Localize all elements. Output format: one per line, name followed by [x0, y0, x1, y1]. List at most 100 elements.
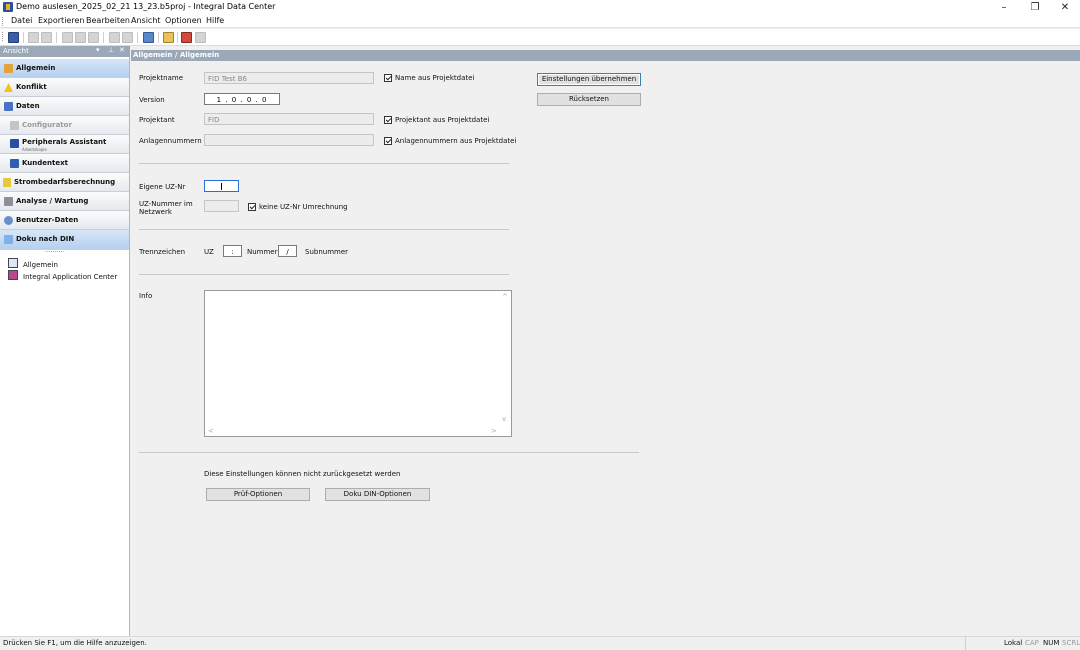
window-icon[interactable]	[181, 32, 192, 43]
scroll-up-icon[interactable]: ^	[502, 293, 508, 301]
status-bar: Drücken Sie F1, um die Hilfe anzuzeigen.…	[0, 636, 1080, 650]
info-label: Info	[139, 292, 153, 300]
status-cap: CAP	[1025, 639, 1039, 647]
copy-icon[interactable]	[75, 32, 86, 43]
toolbar-separator	[56, 32, 57, 43]
save-icon[interactable]	[8, 32, 19, 43]
text-cursor	[221, 183, 222, 190]
anlagennummern-input[interactable]	[204, 134, 374, 146]
projektname-input[interactable]: FID Test B6	[204, 72, 374, 84]
nav-item-kundentext[interactable]: Kundentext	[0, 154, 129, 173]
nav-item-peripherals-assistant[interactable]: Peripherals Assistant Arbeitskopie	[0, 135, 129, 154]
status-scrl: SCRL	[1062, 639, 1080, 647]
scroll-left-icon[interactable]: <	[208, 427, 214, 435]
content-header: Allgemein / Allgemein	[131, 50, 1080, 61]
toolbar-separator	[158, 32, 159, 43]
print-preview-icon[interactable]	[41, 32, 52, 43]
tree-item-allgemein[interactable]: Allgemein	[8, 258, 58, 269]
anlagennummern-aus-projektdatei-checkbox[interactable]	[384, 137, 392, 145]
nav-item-label: Daten	[16, 102, 40, 110]
general-icon	[4, 64, 13, 73]
navigation-pane: Ansicht ▾ ⊥ ✕ Allgemein Konflikt Daten C…	[0, 46, 130, 636]
nav-item-configurator[interactable]: Configurator	[0, 116, 129, 135]
users-icon	[4, 216, 13, 225]
nummer-separator-input[interactable]: /	[278, 245, 297, 257]
uz-label: UZ	[204, 248, 214, 256]
nav-item-benutzer-daten[interactable]: Benutzer-Daten	[0, 211, 129, 230]
tree-item-integral-application-center[interactable]: Integral Application Center	[8, 270, 117, 281]
find-icon[interactable]	[109, 32, 120, 43]
pane-close-icon[interactable]: ✕	[119, 46, 125, 54]
splitter-dots[interactable]: ··········	[45, 249, 64, 256]
customer-text-icon	[10, 159, 19, 168]
projektant-input[interactable]: FID	[204, 113, 374, 125]
anlagennummern-label: Anlagennummern	[139, 137, 202, 145]
projektant-label: Projektant	[139, 116, 175, 124]
nav-item-label: Peripherals Assistant	[22, 138, 107, 146]
nav-item-label: Configurator	[22, 121, 72, 129]
export-icon[interactable]	[143, 32, 154, 43]
scroll-right-icon[interactable]: >	[491, 427, 497, 435]
pane-dropdown-icon[interactable]: ▾	[96, 46, 100, 54]
doc-icon	[4, 235, 13, 244]
subnummer-label: Subnummer	[305, 248, 349, 256]
paste-icon[interactable]	[88, 32, 99, 43]
toolbar-separator	[177, 32, 178, 43]
pane-header: Ansicht ▾ ⊥ ✕	[0, 46, 130, 57]
status-lokal: Lokal	[1004, 639, 1023, 647]
projektant-aus-projektdatei-checkbox[interactable]	[384, 116, 392, 124]
menu-bearbeiten[interactable]: Bearbeiten	[86, 16, 130, 25]
nav-item-konflikt[interactable]: Konflikt	[0, 78, 129, 97]
settings-note: Diese Einstellungen können nicht zurückg…	[204, 470, 401, 478]
configurator-icon	[10, 121, 19, 130]
nav-item-strombedarfsberechnung[interactable]: Strombedarfsberechnung	[0, 173, 129, 192]
keine-uz-nr-umrechnung-label: keine UZ-Nr Umrechnung	[259, 203, 348, 211]
uz-separator-input[interactable]: :	[223, 245, 242, 257]
menu-exportieren[interactable]: Exportieren	[38, 16, 84, 25]
doku-din-optionen-button[interactable]: Doku DIN-Optionen	[325, 488, 430, 501]
pin-icon[interactable]: ⊥	[108, 46, 114, 54]
menu-optionen[interactable]: Optionen	[165, 16, 202, 25]
version-input[interactable]: 1 . 0 . 0 . 0	[204, 93, 280, 105]
eigene-uz-nr-input[interactable]	[204, 180, 239, 192]
uz-nummer-im-netzwerk-input[interactable]	[204, 200, 239, 212]
minimize-button[interactable]: –	[990, 0, 1018, 14]
maximize-button[interactable]: ❐	[1021, 0, 1049, 14]
projektant-aus-projektdatei-label: Projektant aus Projektdatei	[395, 116, 490, 124]
nav-item-analyse-wartung[interactable]: Analyse / Wartung	[0, 192, 129, 211]
scroll-down-icon[interactable]: v	[502, 415, 506, 423]
keine-uz-nr-umrechnung-checkbox[interactable]	[248, 203, 256, 211]
nav-item-sublabel: Arbeitskopie	[22, 147, 47, 152]
tree-item-label: Integral Application Center	[23, 273, 118, 281]
replace-icon[interactable]	[122, 32, 133, 43]
print-icon[interactable]	[28, 32, 39, 43]
content-header-title: Allgemein / Allgemein	[133, 51, 220, 59]
folder-icon[interactable]	[163, 32, 174, 43]
menu-hilfe[interactable]: Hilfe	[206, 16, 224, 25]
nummer-label: Nummer	[247, 248, 278, 256]
cut-icon[interactable]	[62, 32, 73, 43]
toolbar-grip-icon	[2, 32, 4, 41]
pruef-optionen-button[interactable]: Prüf-Optionen	[206, 488, 310, 501]
app-icon	[3, 2, 13, 12]
status-text: Drücken Sie F1, um die Hilfe anzuzeigen.	[3, 639, 147, 647]
einstellungen-uebernehmen-button[interactable]: Einstellungen übernehmen	[537, 73, 641, 86]
toolbar-separator	[23, 32, 24, 43]
menu-bar: Datei Exportieren Bearbeiten Ansicht Opt…	[0, 14, 1080, 28]
menu-datei[interactable]: Datei	[11, 16, 32, 25]
nav-item-doku-nach-din[interactable]: Doku nach DIN	[0, 230, 129, 250]
nav-item-daten[interactable]: Daten	[0, 97, 129, 116]
ruecksetzen-button[interactable]: Rücksetzen	[537, 93, 641, 106]
menu-ansicht[interactable]: Ansicht	[131, 16, 161, 25]
nav-item-allgemein[interactable]: Allgemein	[0, 59, 129, 78]
window-title: Demo auslesen_2025_02_21 13_23.b5proj - …	[16, 2, 276, 11]
pane-title: Ansicht	[3, 47, 29, 55]
trennzeichen-label: Trennzeichen	[139, 248, 186, 256]
close-button[interactable]: ✕	[1051, 0, 1079, 14]
warning-icon	[4, 83, 13, 92]
name-aus-projektdatei-checkbox[interactable]	[384, 74, 392, 82]
info-textarea[interactable]: ^ v < >	[204, 290, 512, 437]
help-icon[interactable]	[195, 32, 206, 43]
nav-item-label: Kundentext	[22, 159, 68, 167]
projektname-label: Projektname	[139, 74, 184, 82]
